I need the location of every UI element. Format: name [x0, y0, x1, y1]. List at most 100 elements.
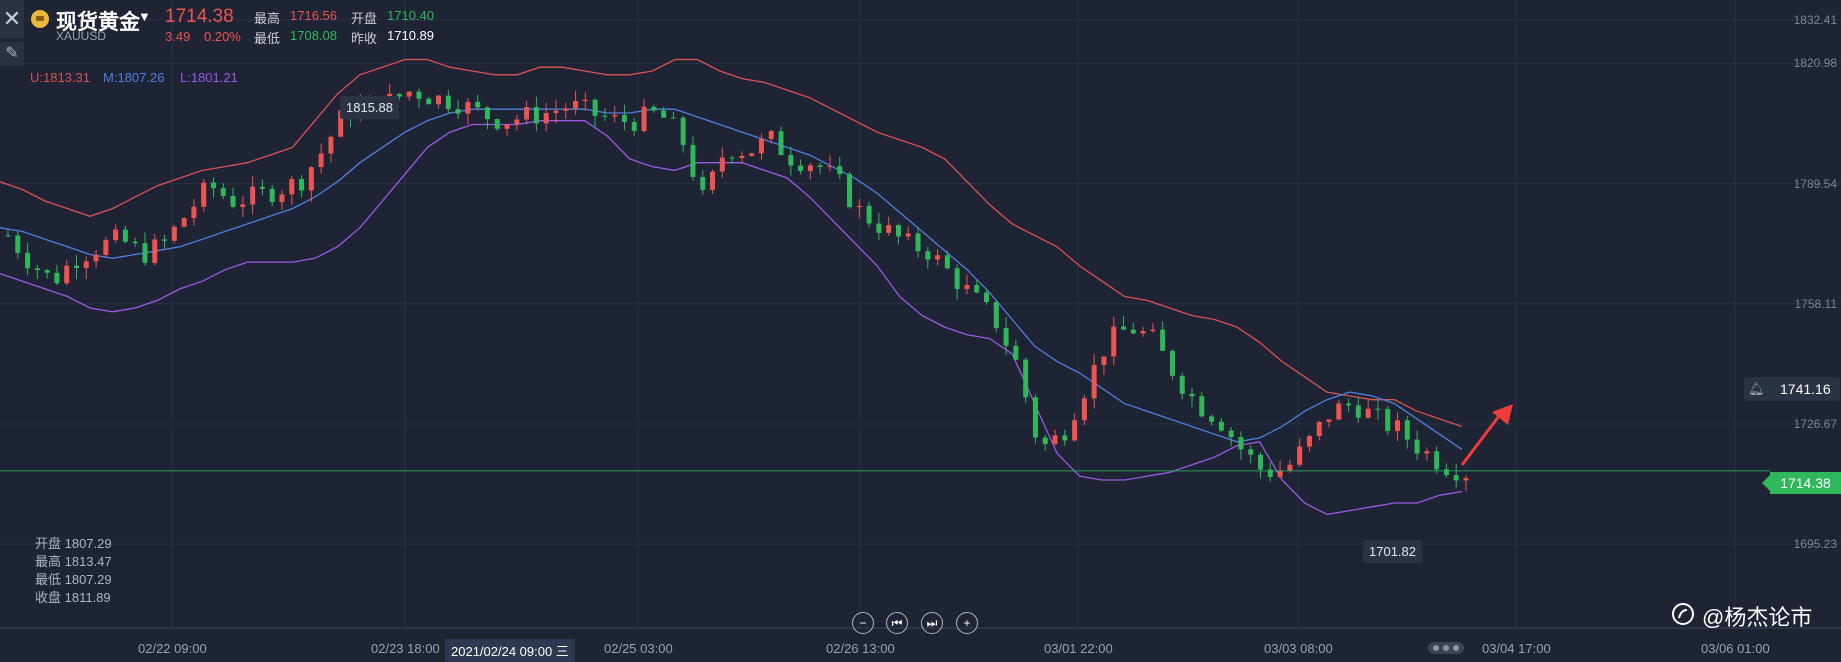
candle-body — [1150, 329, 1156, 332]
candle-body — [93, 254, 99, 262]
minus-icon[interactable]: − — [852, 612, 874, 634]
candle-body — [719, 157, 725, 172]
weibo-logo-icon — [1672, 603, 1694, 625]
candle-body — [1169, 350, 1175, 376]
candle-body — [592, 99, 598, 116]
candle-body — [426, 98, 432, 105]
y-tick-label: 1789.54 — [1793, 176, 1837, 191]
candle-body — [1209, 416, 1215, 422]
candle-body — [1306, 435, 1312, 447]
candle-body — [494, 119, 500, 129]
close-icon[interactable]: ✕ — [0, 0, 24, 38]
candle-body — [220, 188, 226, 196]
candle-body — [1443, 469, 1449, 476]
candle-body — [1101, 356, 1107, 365]
candle-body — [436, 95, 442, 105]
x-tick-label: 02/25 03:00 — [604, 641, 673, 656]
alert-price: 1741.16 — [1780, 381, 1831, 397]
candle-body — [729, 157, 735, 159]
candle-body — [651, 106, 657, 111]
x-tick-label: 03/01 22:00 — [1044, 641, 1113, 656]
candle-body — [1140, 331, 1146, 334]
candle-body — [553, 110, 559, 114]
candle-body — [103, 240, 109, 255]
candle-body — [847, 174, 853, 208]
candle-body — [1463, 478, 1469, 481]
candle-body — [758, 138, 764, 154]
candle-body — [416, 91, 422, 99]
candle-body — [181, 218, 187, 227]
candle-body — [778, 131, 784, 155]
bell-icon[interactable]: 🔔︎ — [1748, 381, 1765, 397]
candle-body — [259, 186, 265, 189]
candle-body — [915, 233, 921, 252]
candle-body — [1130, 329, 1136, 334]
candle-body — [1228, 430, 1234, 438]
candle-body — [837, 166, 843, 175]
lower-band-line — [0, 120, 1463, 516]
candle-body — [122, 229, 128, 242]
price-chart[interactable] — [0, 0, 1841, 658]
candle-body — [1160, 329, 1166, 351]
candle-body — [856, 205, 862, 208]
candle-body — [15, 235, 21, 253]
candle-body — [308, 167, 314, 191]
candle-body — [661, 110, 667, 118]
candle-body — [210, 182, 216, 189]
pencil-icon[interactable]: ✎ — [0, 42, 24, 66]
candle-body — [1424, 451, 1430, 454]
candle-body — [1277, 470, 1283, 477]
x-tick-label: 03/06 01:00 — [1701, 641, 1770, 656]
open-value: 1710.40 — [387, 8, 434, 23]
chevron-down-icon[interactable]: ▼ — [138, 9, 151, 24]
y-tick-label: 1758.11 — [1794, 296, 1838, 311]
candle-body — [533, 107, 539, 124]
trend-arrow — [1460, 404, 1513, 466]
skip-forward-icon[interactable]: ⏭︎ — [921, 612, 943, 634]
candle-body — [993, 301, 999, 329]
skip-back-icon[interactable]: ⏮︎ — [886, 612, 908, 634]
plus-icon[interactable]: + — [956, 612, 978, 634]
candle-body — [1297, 446, 1303, 465]
candle-body — [817, 165, 823, 167]
candle-body — [680, 117, 686, 146]
candle-body — [484, 107, 490, 120]
candle-body — [1414, 439, 1420, 454]
candle-body — [631, 121, 637, 131]
candle-body — [1003, 328, 1009, 346]
candle-body — [113, 229, 119, 241]
candle-body — [191, 206, 197, 219]
candle-body — [1062, 435, 1068, 441]
candle-body — [1032, 397, 1038, 438]
gold-coin-icon — [31, 10, 49, 28]
symbol-code: XAUUSD — [56, 29, 107, 43]
candle-body — [563, 108, 569, 111]
candle-body — [925, 251, 931, 260]
candle-body — [612, 114, 618, 117]
candle-body — [1385, 409, 1391, 431]
candle-body — [944, 255, 950, 269]
candle-body — [700, 176, 706, 190]
candle-body — [83, 261, 89, 269]
y-tick-label: 1820.98 — [1793, 56, 1837, 71]
ohlc-close: 收盘 1811.89 — [35, 590, 111, 605]
candle-body — [1121, 326, 1127, 330]
boll-lower: L:1801.21 — [180, 70, 238, 85]
candle-body — [710, 171, 716, 190]
candle-body — [1179, 375, 1185, 394]
x-tick-label: 02/26 13:00 — [826, 641, 895, 656]
candle-body — [1072, 420, 1078, 441]
scroll-indicator[interactable] — [1428, 642, 1464, 654]
candle-body — [289, 179, 295, 195]
candle-body — [807, 165, 813, 171]
candle-body — [866, 205, 872, 224]
candle-body — [739, 155, 745, 159]
ohlc-open: 开盘 1807.29 — [35, 536, 112, 551]
candle-body — [886, 225, 892, 233]
candle-body — [670, 117, 676, 119]
high-value: 1716.56 — [290, 8, 337, 23]
candle-body — [1023, 359, 1029, 398]
candle-body — [455, 109, 461, 114]
candle-body — [1013, 345, 1019, 360]
candle-body — [64, 265, 70, 284]
